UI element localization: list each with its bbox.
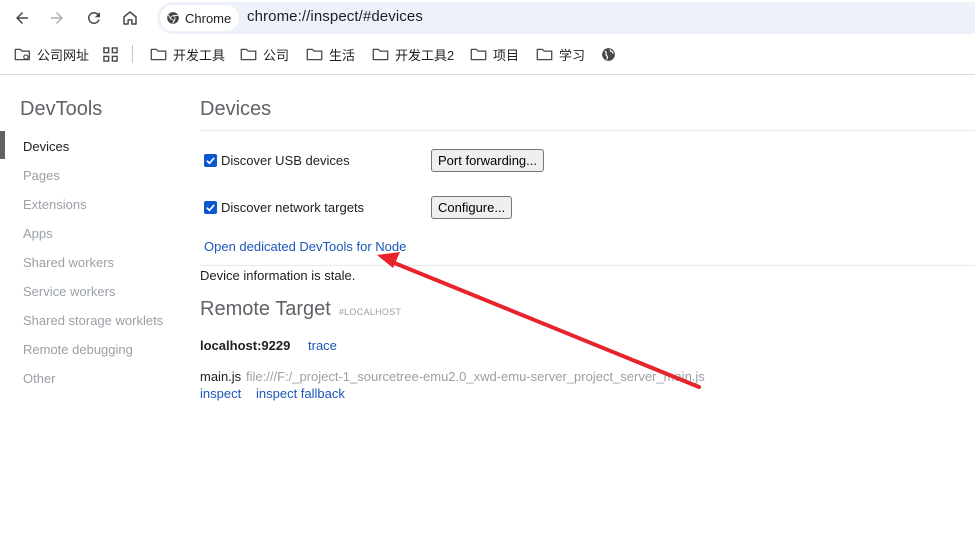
inspect-fallback-link[interactable]: inspect fallback <box>256 386 345 401</box>
forward-button[interactable] <box>43 4 71 32</box>
section-divider <box>200 265 975 266</box>
arrow-right-icon <box>51 12 63 24</box>
discover-usb-row: Discover USB devices <box>204 153 350 168</box>
bookmark-label: 开发工具 <box>173 47 226 63</box>
bookmarks-bar: 公司网址 开发工具 公司 生活 开发工具2 项目 学习 <box>0 38 975 70</box>
bookmark-life[interactable]: 生活 <box>306 44 355 64</box>
folder-icon <box>372 48 389 60</box>
checkmark-icon <box>206 204 215 212</box>
bookmark-apps[interactable] <box>102 44 119 64</box>
home-icon <box>123 11 137 25</box>
target-name: main.js <box>200 369 242 384</box>
discover-network-label[interactable]: Discover network targets <box>221 200 364 215</box>
folder-icon <box>470 48 487 60</box>
reload-button[interactable] <box>80 4 108 32</box>
port-forwarding-button[interactable]: Port forwarding... <box>431 149 544 172</box>
apps-grid-icon <box>103 46 118 62</box>
reload-icon <box>87 11 100 24</box>
folder-icon <box>536 48 553 60</box>
target-url: file:///F:/_project-1_sourcetree-emu2.0_… <box>246 369 705 384</box>
chip-label: Chrome <box>185 10 232 26</box>
sidebar-item-pages[interactable]: Pages <box>23 168 60 183</box>
globe-icon <box>602 47 615 61</box>
remote-target-header: Remote Target #LOCALHOST <box>200 298 401 321</box>
bookmark-label: 开发工具2 <box>395 47 455 63</box>
bookmark-label: 公司网址 <box>37 47 90 63</box>
bookmark-globe[interactable] <box>600 44 617 64</box>
annotation-arrow <box>377 252 701 389</box>
discover-network-checkbox[interactable] <box>204 201 217 214</box>
bookmark-label: 项目 <box>493 47 520 63</box>
remote-host: localhost:9229 <box>200 338 291 353</box>
sidebar-active-indicator <box>0 131 5 159</box>
page-title: Devices <box>200 98 272 120</box>
folder-link-icon <box>14 48 30 60</box>
title-divider <box>200 130 975 131</box>
url-text[interactable]: chrome://inspect/#devices <box>247 8 423 25</box>
site-info-chip[interactable]: Chrome <box>160 5 240 31</box>
sidebar-item-remote-debugging[interactable]: Remote debugging <box>23 342 133 357</box>
inspect-link[interactable]: inspect <box>200 386 241 401</box>
bookmark-label: 生活 <box>329 47 356 63</box>
remote-target-subtitle: #LOCALHOST <box>338 307 402 317</box>
folder-icon <box>306 48 323 60</box>
home-button[interactable] <box>116 4 144 32</box>
sidebar-item-devices[interactable]: Devices <box>23 139 69 154</box>
open-node-devtools-link[interactable]: Open dedicated DevTools for Node <box>204 239 406 254</box>
discover-network-row: Discover network targets <box>204 200 364 215</box>
sidebar-item-shared-workers[interactable]: Shared workers <box>23 255 114 270</box>
back-button[interactable] <box>8 4 36 32</box>
chrome-divider <box>0 74 975 75</box>
folder-icon <box>240 48 257 60</box>
trace-link[interactable]: trace <box>308 338 337 353</box>
bookmarks-separator <box>132 45 133 63</box>
arrow-left-icon <box>16 12 28 24</box>
stale-info-text: Device information is stale. <box>200 268 356 283</box>
discover-usb-checkbox[interactable] <box>204 154 217 167</box>
bookmark-company-sites[interactable]: 公司网址 <box>14 44 89 64</box>
sidebar-title: DevTools <box>20 98 103 120</box>
sidebar-item-service-workers[interactable]: Service workers <box>23 284 115 299</box>
bookmark-company[interactable]: 公司 <box>240 44 289 64</box>
folder-icon <box>150 48 167 60</box>
sidebar-item-shared-storage-worklets[interactable]: Shared storage worklets <box>23 313 163 328</box>
sidebar-item-apps[interactable]: Apps <box>23 226 53 241</box>
chrome-logo-icon <box>167 12 179 24</box>
bookmark-projects[interactable]: 项目 <box>470 44 519 64</box>
bookmark-dev-tools[interactable]: 开发工具 <box>150 44 225 64</box>
remote-target-title: Remote Target <box>200 298 331 320</box>
sidebar-item-extensions[interactable]: Extensions <box>23 197 87 212</box>
browser-toolbar: Chrome chrome://inspect/#devices <box>0 0 975 36</box>
bookmark-label: 学习 <box>559 47 586 63</box>
bookmark-dev-tools-2[interactable]: 开发工具2 <box>372 44 454 64</box>
checkmark-icon <box>206 157 215 165</box>
bookmark-label: 公司 <box>263 47 290 63</box>
bookmark-study[interactable]: 学习 <box>536 44 585 64</box>
discover-usb-label[interactable]: Discover USB devices <box>221 153 350 168</box>
sidebar-item-other[interactable]: Other <box>23 371 56 386</box>
configure-button[interactable]: Configure... <box>431 196 513 219</box>
address-bar[interactable]: Chrome chrome://inspect/#devices <box>157 2 975 34</box>
